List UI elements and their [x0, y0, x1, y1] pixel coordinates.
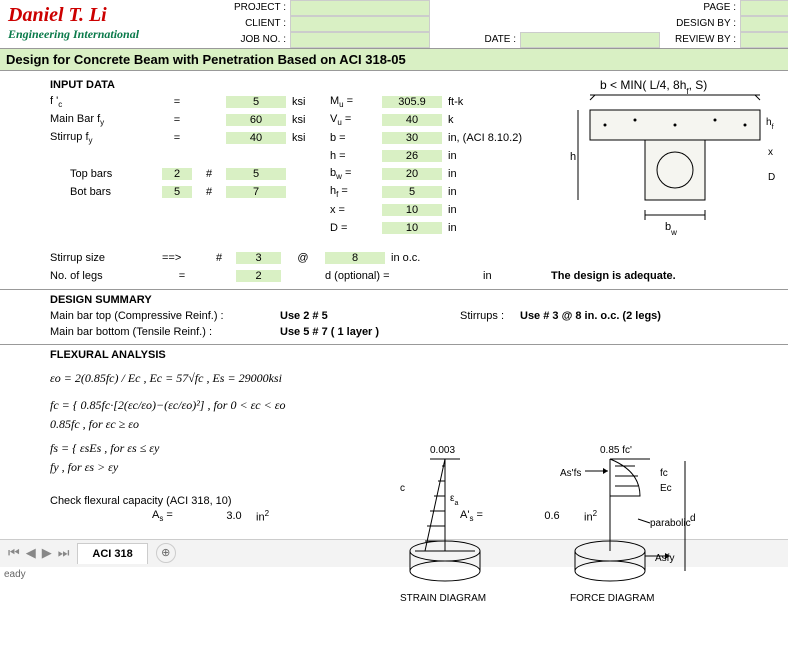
- label-003: 0.003: [430, 445, 455, 456]
- summary-stir-val: Use # 3 @ 8 in. o.c. (2 legs): [520, 310, 788, 322]
- as-val: 3.0: [214, 510, 254, 522]
- mu-label: Mu =: [330, 95, 380, 109]
- as-unit: in2: [256, 509, 296, 524]
- vu-input[interactable]: 40: [382, 114, 442, 126]
- summary-head: DESIGN SUMMARY: [50, 290, 788, 308]
- svg-text:c: c: [400, 483, 405, 494]
- hf-label: hf =: [330, 185, 380, 199]
- date-label: DATE :: [430, 32, 520, 48]
- fc-unit: ksi: [288, 96, 328, 108]
- dcap-label: D =: [330, 222, 380, 234]
- dcap-input[interactable]: 10: [382, 222, 442, 234]
- mu-input[interactable]: 305.9: [382, 96, 442, 108]
- fc-label: f 'c: [50, 95, 160, 109]
- h-label: h =: [330, 150, 380, 162]
- summary-top-val: Use 2 # 5: [280, 310, 460, 322]
- fy-input[interactable]: 60: [226, 114, 286, 126]
- eq: =: [162, 96, 192, 108]
- svg-text:d: d: [690, 513, 696, 524]
- jobno-input[interactable]: [290, 32, 430, 48]
- sfy-input[interactable]: 40: [226, 132, 286, 144]
- header: Daniel T. Li Engineering International P…: [0, 0, 788, 49]
- mu-unit: ft-k: [444, 96, 504, 108]
- section-diagram: b < MIN( L/4, 8hf, S) bw h hf x: [560, 75, 780, 255]
- summary-top-label: Main bar top (Compressive Reinf.) :: [50, 310, 280, 322]
- bw-label: bw =: [330, 167, 380, 181]
- svg-text:hf: hf: [766, 117, 774, 131]
- logo-name: Daniel T. Li: [8, 4, 192, 27]
- summary-bot-val: Use 5 # 7 ( 1 layer ): [280, 326, 788, 338]
- project-label: PROJECT :: [200, 0, 290, 16]
- page-input[interactable]: [740, 0, 788, 16]
- date-input[interactable]: [520, 32, 660, 48]
- dopt-label: d (optional) =: [325, 270, 415, 282]
- strain-force-diagram: 0.003 c εa STRAIN DIAGRAM 0.85 fc': [370, 441, 750, 621]
- nlegs-label: No. of legs: [50, 270, 160, 282]
- nlegs-input[interactable]: 2: [236, 270, 281, 282]
- svg-text:x: x: [768, 147, 773, 158]
- stirrupsize-input[interactable]: 3: [236, 252, 281, 264]
- summary-bot-label: Main bar bottom (Tensile Reinf.) :: [50, 326, 280, 338]
- svg-text:bw: bw: [665, 221, 677, 237]
- diagram-note: b < MIN( L/4, 8hf, S): [600, 78, 707, 96]
- x-input[interactable]: 10: [382, 204, 442, 216]
- topbars-label: Top bars: [50, 168, 160, 180]
- page-label: PAGE :: [660, 0, 740, 16]
- b-input[interactable]: 30: [382, 132, 442, 144]
- svg-text:As'fs: As'fs: [560, 468, 581, 479]
- formula-block: εo = 2(0.85fc) / Ec , Ec = 57√fc , Es = …: [50, 363, 380, 483]
- client-label: CLIENT :: [200, 16, 290, 32]
- logo: Daniel T. Li Engineering International: [0, 0, 200, 48]
- logo-sub: Engineering International: [8, 27, 192, 42]
- svg-text:Asfy: Asfy: [655, 553, 674, 564]
- tab-nav-last-icon[interactable]: ⏭: [58, 545, 70, 561]
- tab-aci318[interactable]: ACI 318: [77, 543, 147, 564]
- strain-diagram-label: STRAIN DIAGRAM: [400, 593, 486, 604]
- svg-text:fc: fc: [660, 468, 668, 479]
- b-label: b =: [330, 132, 380, 144]
- svg-text:Ec: Ec: [660, 483, 672, 494]
- title-bar: Design for Concrete Beam with Penetratio…: [0, 49, 788, 71]
- reviewby-label: REVIEW BY :: [660, 32, 740, 48]
- botbars-n[interactable]: 5: [162, 186, 192, 198]
- botbars-size[interactable]: 7: [226, 186, 286, 198]
- flex-head: FLEXURAL ANALYSIS: [50, 345, 788, 363]
- x-label: x =: [330, 204, 380, 216]
- svg-text:εa: εa: [450, 493, 458, 507]
- h-input[interactable]: 26: [382, 150, 442, 162]
- jobno-label: JOB NO. :: [200, 32, 290, 48]
- force-diagram-label: FORCE DIAGRAM: [570, 593, 654, 604]
- topbars-n[interactable]: 2: [162, 168, 192, 180]
- designby-label: DESIGN BY :: [660, 16, 740, 32]
- as-label: As =: [152, 509, 212, 523]
- bw-input[interactable]: 20: [382, 168, 442, 180]
- project-input[interactable]: [290, 0, 430, 16]
- stirrupspacing-input[interactable]: 8: [325, 252, 385, 264]
- label-085: 0.85 fc': [600, 445, 632, 456]
- tab-nav-prev-icon[interactable]: ◀: [26, 545, 36, 561]
- client-input[interactable]: [290, 16, 430, 32]
- reviewby-input[interactable]: [740, 32, 788, 48]
- tab-nav-next-icon[interactable]: ▶: [42, 545, 52, 561]
- svg-text:D: D: [768, 172, 775, 183]
- hf-input[interactable]: 5: [382, 186, 442, 198]
- tab-nav-first-icon[interactable]: ⏮: [8, 545, 20, 561]
- tab-add-icon[interactable]: ⊕: [156, 543, 176, 563]
- botbars-label: Bot bars: [50, 186, 160, 198]
- adequate-text: The design is adequate.: [521, 270, 788, 282]
- fc-input[interactable]: 5: [226, 96, 286, 108]
- svg-text:h: h: [570, 151, 576, 163]
- designby-input[interactable]: [740, 16, 788, 32]
- stirrupsize-label: Stirrup size: [50, 252, 160, 264]
- fy-label: Main Bar fy: [50, 113, 160, 127]
- vu-label: Vu =: [330, 113, 380, 127]
- summary-stir-label: Stirrups :: [460, 310, 520, 322]
- topbars-size[interactable]: 5: [226, 168, 286, 180]
- sfy-label: Stirrup fy: [50, 131, 160, 145]
